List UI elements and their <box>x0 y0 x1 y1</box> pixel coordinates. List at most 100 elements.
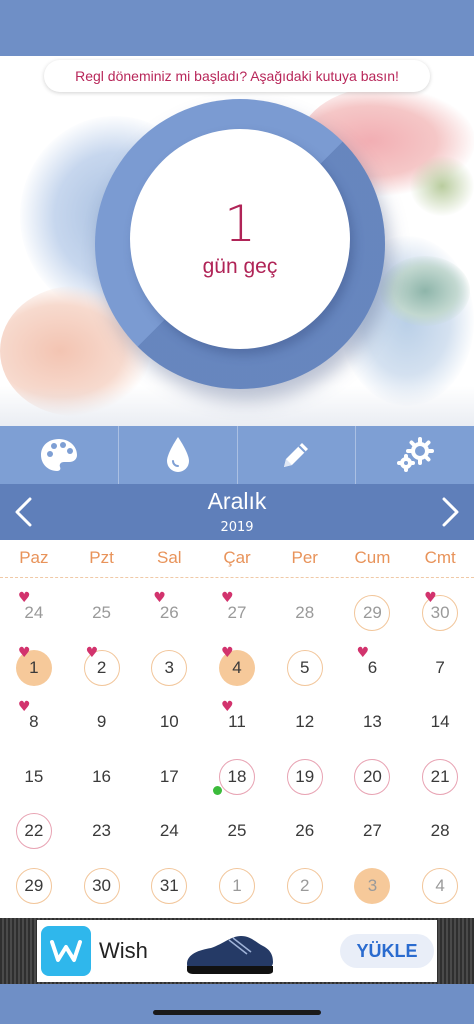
ad-strip: Wish YÜKLE <box>0 918 474 984</box>
day-number: 3 <box>151 649 188 686</box>
calendar-day[interactable]: 30 <box>68 859 136 914</box>
weekday-label: Per <box>291 548 318 567</box>
day-number: 26 <box>295 821 315 841</box>
calendar-day[interactable]: 1 <box>203 859 271 914</box>
calendar-day[interactable]: ♥ 6 <box>339 641 407 696</box>
calendar-day[interactable]: 28 <box>271 586 339 641</box>
ad-banner[interactable]: Wish YÜKLE <box>37 920 437 982</box>
wish-w-icon <box>50 940 82 962</box>
palette-icon <box>40 439 77 471</box>
calendar-day[interactable]: ♥ 26 <box>135 586 203 641</box>
calendar-day[interactable]: 23 <box>68 804 136 859</box>
period-start-banner[interactable]: Regl döneminiz mi başladı? Aşağıdaki kut… <box>44 60 430 92</box>
calendar-day[interactable]: ♥ 30 <box>406 586 474 641</box>
calendar-grid: ♥ 24 25 ♥ 26 ♥ 27 28 29 ♥ 30 ♥ 1 ♥ 2 3 ♥ 4 5 ♥ 6 7 ♥ 8 9 10 ♥ 11 12 1… <box>0 586 474 913</box>
calendar-day[interactable]: 12 <box>271 695 339 750</box>
calendar-day[interactable]: ♥ 2 <box>68 641 136 696</box>
palette-button[interactable] <box>0 426 119 484</box>
calendar-day[interactable]: 29 <box>0 859 68 914</box>
calendar-day[interactable]: 13 <box>339 695 407 750</box>
heart-icon: ♥ <box>424 590 437 606</box>
calendar-day[interactable]: 25 <box>68 586 136 641</box>
heart-icon: ♥ <box>356 644 370 661</box>
day-number: 4 <box>422 867 459 904</box>
day-number: 13 <box>362 712 382 732</box>
weekday-label: Cum <box>354 548 391 567</box>
calendar-day[interactable]: 3 <box>135 641 203 696</box>
days-late-label: gün geç <box>202 255 278 278</box>
calendar-day[interactable]: 26 <box>271 804 339 859</box>
calendar-day[interactable]: ♥ 24 <box>0 586 68 641</box>
pencil-icon <box>284 443 309 467</box>
calendar-day[interactable]: 28 <box>406 804 474 859</box>
day-number: 20 <box>354 758 391 795</box>
calendar-day[interactable]: 19 <box>271 750 339 805</box>
day-number: 5 <box>286 649 323 686</box>
hero-section: Regl döneminiz mi başladı? Aşağıdaki kut… <box>0 56 474 426</box>
settings-button[interactable] <box>356 426 474 484</box>
calendar-day[interactable]: ♥ 4 <box>203 641 271 696</box>
cycle-dial[interactable]: 1 gün geç <box>95 99 385 389</box>
weekday-label: Paz <box>19 548 49 567</box>
day-number: 31 <box>151 867 188 904</box>
calendar-day[interactable]: 3 <box>339 859 407 914</box>
calendar-day[interactable]: 27 <box>339 804 407 859</box>
day-number: 30 <box>83 867 120 904</box>
calendar-day[interactable]: 24 <box>135 804 203 859</box>
watercolor-leaf <box>380 256 470 326</box>
weekday-label: Çar <box>223 548 251 567</box>
calendar-day[interactable]: 10 <box>135 695 203 750</box>
install-button[interactable]: YÜKLE <box>340 934 434 968</box>
cycle-dial-button[interactable]: 1 gün geç <box>130 129 350 349</box>
calendar-day[interactable]: 25 <box>203 804 271 859</box>
flow-button[interactable] <box>119 426 238 484</box>
calendar-day[interactable]: 2 <box>271 859 339 914</box>
bottom-area <box>0 984 474 1024</box>
calendar-day[interactable]: 15 <box>0 750 68 805</box>
day-number: 24 <box>159 821 179 841</box>
year-label: 2019 <box>220 520 254 535</box>
day-number: 25 <box>92 603 112 623</box>
heart-icon: ♥ <box>18 699 31 715</box>
day-number: 12 <box>295 712 315 732</box>
calendar-day[interactable]: 16 <box>68 750 136 805</box>
next-month-button[interactable] <box>436 496 466 528</box>
day-number: 16 <box>92 766 112 786</box>
calendar-day[interactable]: 5 <box>271 641 339 696</box>
calendar-day[interactable]: ♥ 1 <box>0 641 68 696</box>
ad-brand-name: Wish <box>99 938 148 963</box>
calendar-day[interactable]: 20 <box>339 750 407 805</box>
heart-icon: ♥ <box>85 644 99 661</box>
calendar-day[interactable]: ♥ 27 <box>203 586 271 641</box>
day-number: 27 <box>362 821 382 841</box>
heart-icon: ♥ <box>221 590 234 606</box>
calendar-day[interactable]: 7 <box>406 641 474 696</box>
weekday-label: Pzt <box>89 548 114 567</box>
shoe-image <box>187 936 273 974</box>
day-number: 9 <box>96 712 107 732</box>
calendar-day[interactable]: 4 <box>406 859 474 914</box>
gears-icon <box>397 437 435 472</box>
calendar-day[interactable]: 18 <box>203 750 271 805</box>
calendar-day[interactable]: 31 <box>135 859 203 914</box>
calendar-day[interactable]: 9 <box>68 695 136 750</box>
day-number: 10 <box>159 712 179 732</box>
status-bar <box>0 0 474 56</box>
calendar-day[interactable]: 22 <box>0 804 68 859</box>
day-number: 28 <box>295 603 315 623</box>
calendar-day[interactable]: ♥ 11 <box>203 695 271 750</box>
day-number: 18 <box>218 758 255 795</box>
day-number: 25 <box>227 821 247 841</box>
calendar-day[interactable]: 14 <box>406 695 474 750</box>
calendar-day[interactable]: 29 <box>339 586 407 641</box>
heart-icon: ♥ <box>221 699 234 715</box>
calendar-day[interactable]: 17 <box>135 750 203 805</box>
weekday-header: Paz Pzt Sal Çar Per Cum Cmt <box>0 548 474 578</box>
watercolor-leaf <box>410 156 474 216</box>
calendar-day[interactable]: 21 <box>406 750 474 805</box>
home-indicator <box>153 1010 321 1015</box>
day-number: 2 <box>286 867 323 904</box>
notes-button[interactable] <box>238 426 357 484</box>
day-number: 19 <box>286 758 323 795</box>
calendar-day[interactable]: ♥ 8 <box>0 695 68 750</box>
